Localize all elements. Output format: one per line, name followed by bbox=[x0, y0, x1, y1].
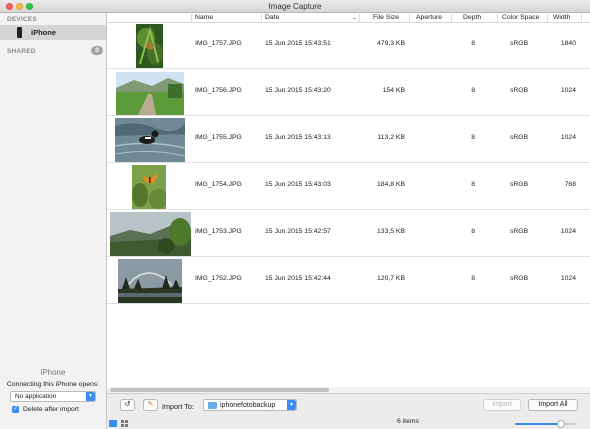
device-name: iPhone bbox=[40, 368, 66, 377]
photo-thumbnail[interactable] bbox=[136, 24, 163, 68]
annotate-button[interactable]: ✎ bbox=[143, 399, 158, 411]
column-depth[interactable]: Depth bbox=[463, 14, 481, 23]
table-row[interactable]: IMG_1753.JPG 15 Jun 2015 15:42:57 133,5 … bbox=[107, 211, 590, 257]
annotate-icon: ✎ bbox=[147, 401, 154, 408]
column-header-row: Name Date ⌄ File Size Aperture Depth Col… bbox=[107, 13, 590, 23]
minimize-window-button[interactable] bbox=[16, 3, 23, 10]
file-size: 184,8 KB bbox=[377, 181, 405, 188]
title-bar: Image Capture bbox=[0, 0, 590, 13]
table-row[interactable]: IMG_1755.JPG 15 Jun 2015 15:43:13 113,2 … bbox=[107, 117, 590, 163]
close-window-button[interactable] bbox=[6, 3, 13, 10]
file-depth: 8 bbox=[471, 181, 475, 188]
list-view-icon[interactable] bbox=[109, 420, 117, 427]
column-width[interactable]: Width bbox=[553, 14, 570, 23]
zoom-fill bbox=[515, 423, 561, 425]
sidebar-item-iphone[interactable]: iPhone bbox=[0, 25, 106, 40]
file-date: 15 Jun 2015 15:43:13 bbox=[265, 134, 331, 141]
open-application-select[interactable]: No application ▼ bbox=[10, 391, 96, 402]
import-destination-value: iphonefotobackup bbox=[220, 402, 276, 409]
file-width: 1024 bbox=[560, 275, 576, 282]
file-width: 1840 bbox=[560, 40, 576, 47]
photo-thumbnail[interactable] bbox=[116, 72, 184, 115]
image-table: Name Date ⌄ File Size Aperture Depth Col… bbox=[107, 13, 590, 389]
file-width: 768 bbox=[564, 181, 576, 188]
file-depth: 8 bbox=[471, 134, 475, 141]
table-row[interactable]: IMG_1754.JPG 15 Jun 2015 15:43:03 184,8 … bbox=[107, 164, 590, 210]
file-date: 15 Jun 2015 15:42:57 bbox=[265, 228, 331, 235]
sort-descending-icon: ⌄ bbox=[352, 15, 358, 21]
thumbnail-size-slider[interactable] bbox=[515, 420, 576, 428]
scrollbar-thumb[interactable] bbox=[110, 388, 329, 392]
window-title: Image Capture bbox=[268, 2, 322, 11]
file-width: 1024 bbox=[560, 87, 576, 94]
column-name[interactable]: Name bbox=[195, 14, 213, 23]
file-depth: 8 bbox=[471, 40, 475, 47]
connecting-label: Connecting this iPhone opens: bbox=[6, 381, 100, 388]
bottom-toolbar: ↺ ✎ Import To: iphonefotobackup ▼ Import… bbox=[107, 393, 590, 429]
file-date: 15 Jun 2015 15:43:03 bbox=[265, 181, 331, 188]
rotate-left-icon: ↺ bbox=[124, 401, 131, 408]
file-size: 154 KB bbox=[382, 87, 405, 94]
file-width: 1024 bbox=[560, 134, 576, 141]
photo-thumbnail[interactable] bbox=[118, 259, 182, 303]
file-color-space: sRGB bbox=[510, 40, 529, 47]
file-size: 479,3 KB bbox=[377, 40, 405, 47]
delete-after-import-label: Delete after import bbox=[23, 406, 79, 413]
file-depth: 8 bbox=[471, 275, 475, 282]
file-depth: 8 bbox=[471, 87, 475, 94]
column-file-size[interactable]: File Size bbox=[373, 14, 399, 23]
file-name: IMG_1752.JPG bbox=[195, 275, 242, 282]
file-color-space: sRGB bbox=[510, 87, 529, 94]
file-size: 133,5 KB bbox=[377, 228, 405, 235]
chevron-down-icon: ▼ bbox=[86, 392, 95, 401]
table-row[interactable]: IMG_1757.JPG 15 Jun 2015 15:43:51 479,3 … bbox=[107, 23, 590, 69]
slider-knob[interactable] bbox=[557, 420, 565, 428]
items-count: 6 items bbox=[397, 418, 419, 425]
file-date: 15 Jun 2015 15:42:44 bbox=[265, 275, 331, 282]
photo-thumbnail[interactable] bbox=[115, 118, 185, 162]
sidebar-item-label: iPhone bbox=[31, 28, 57, 37]
file-name: IMG_1757.JPG bbox=[195, 40, 242, 47]
file-color-space: sRGB bbox=[510, 228, 529, 235]
zoom-window-button[interactable] bbox=[26, 3, 33, 10]
table-row[interactable]: IMG_1756.JPG 15 Jun 2015 15:43:20 154 KB… bbox=[107, 70, 590, 116]
import-to-label: Import To: bbox=[162, 402, 194, 411]
file-color-space: sRGB bbox=[510, 275, 529, 282]
folder-icon bbox=[208, 402, 217, 409]
rotate-left-button[interactable]: ↺ bbox=[120, 399, 135, 411]
import-destination-select[interactable]: iphonefotobackup ▼ bbox=[203, 399, 297, 411]
file-depth: 8 bbox=[471, 228, 475, 235]
grid-view-icon[interactable] bbox=[121, 420, 128, 427]
file-name: IMG_1756.JPG bbox=[195, 87, 242, 94]
file-date: 15 Jun 2015 15:43:51 bbox=[265, 40, 331, 47]
file-name: IMG_1753.JPG bbox=[195, 228, 242, 235]
photo-thumbnail[interactable] bbox=[110, 212, 191, 256]
file-date: 15 Jun 2015 15:43:20 bbox=[265, 87, 331, 94]
chevron-down-icon: ▼ bbox=[287, 400, 296, 410]
photo-thumbnail[interactable] bbox=[132, 165, 166, 209]
delete-after-import-checkbox[interactable]: ✓ bbox=[12, 406, 19, 413]
column-aperture[interactable]: Aperture bbox=[416, 14, 442, 23]
import-button[interactable]: Import bbox=[483, 399, 521, 411]
file-name: IMG_1755.JPG bbox=[195, 134, 242, 141]
file-color-space: sRGB bbox=[510, 134, 529, 141]
open-application-value: No application bbox=[15, 393, 57, 400]
phone-icon bbox=[17, 27, 22, 38]
shared-count-badge: 0 bbox=[91, 46, 103, 55]
devices-header: DEVICES bbox=[7, 16, 37, 23]
table-row[interactable]: IMG_1752.JPG 15 Jun 2015 15:42:44 120,7 … bbox=[107, 258, 590, 304]
file-name: IMG_1754.JPG bbox=[195, 181, 242, 188]
shared-header: SHARED bbox=[7, 48, 36, 55]
file-color-space: sRGB bbox=[510, 181, 529, 188]
column-date[interactable]: Date bbox=[265, 14, 279, 23]
column-color-space[interactable]: Color Space bbox=[502, 14, 539, 23]
import-all-button[interactable]: Import All bbox=[528, 399, 578, 411]
file-size: 113,2 KB bbox=[377, 134, 405, 141]
file-size: 120,7 KB bbox=[377, 275, 405, 282]
sidebar: DEVICES iPhone SHARED 0 iPhone Connectin… bbox=[0, 13, 107, 429]
file-width: 1024 bbox=[560, 228, 576, 235]
